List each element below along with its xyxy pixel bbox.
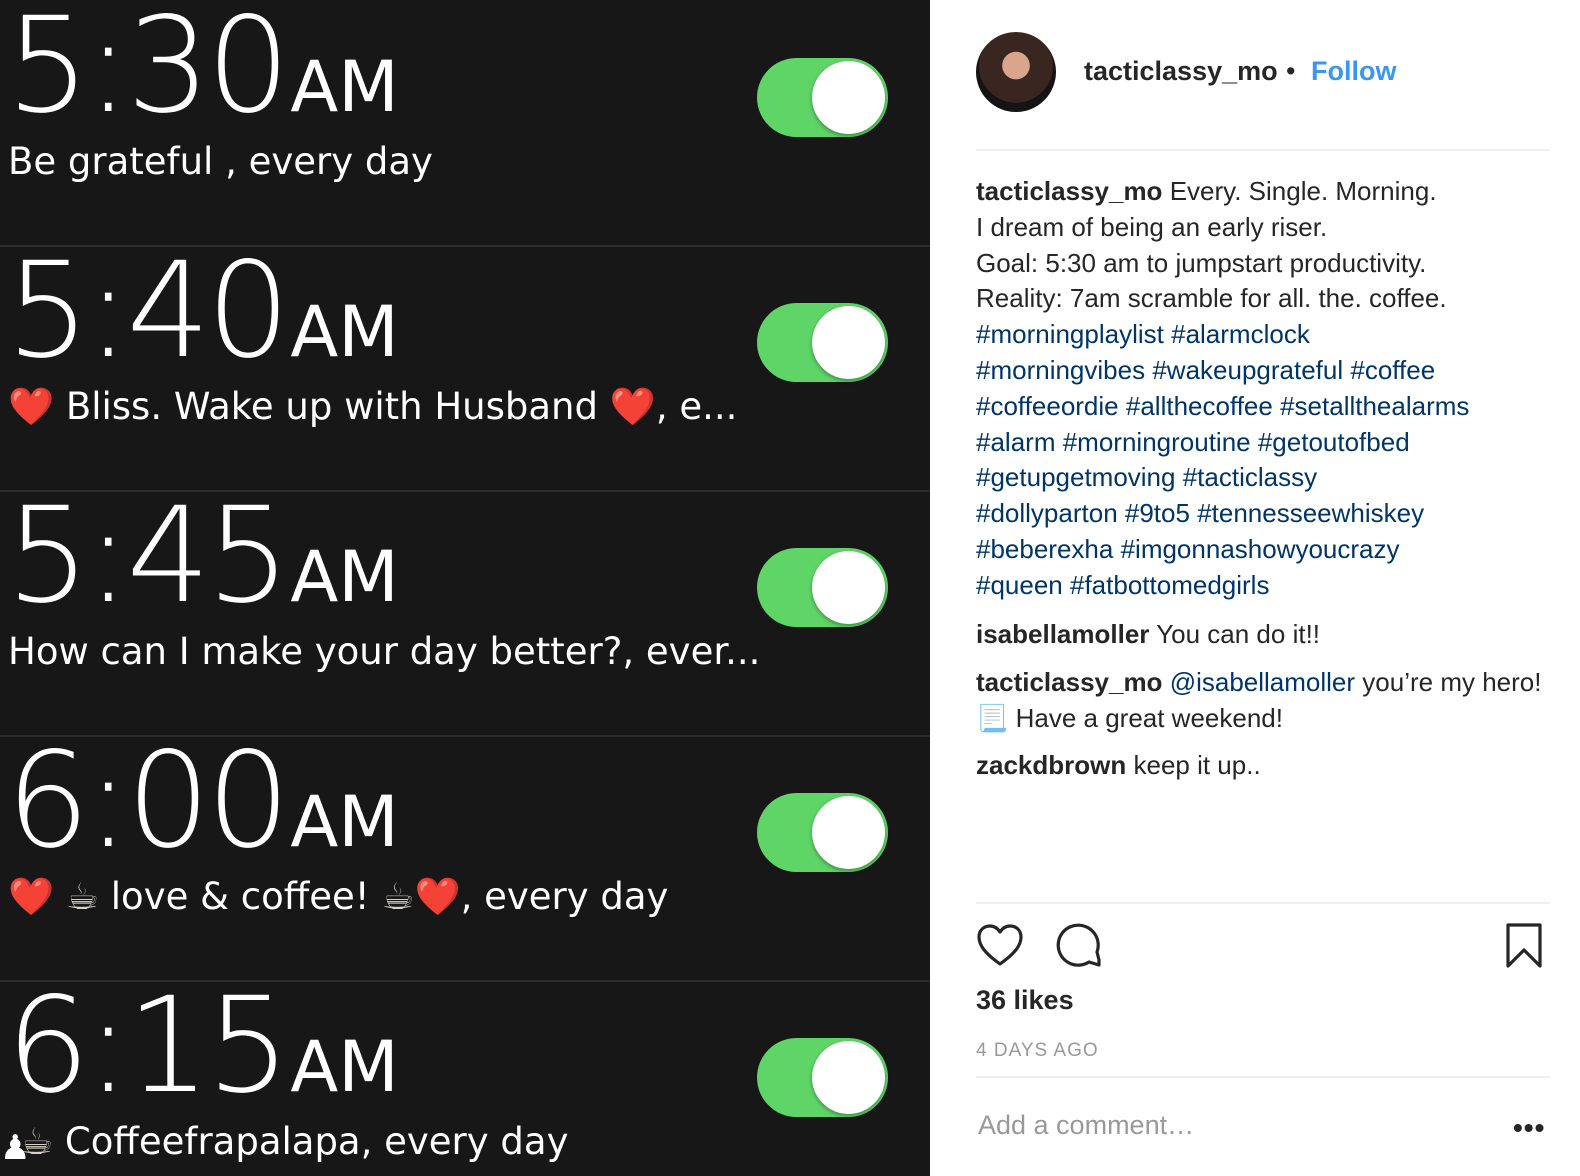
coffee-cup-icon: ☕	[65, 875, 100, 918]
follow-button[interactable]: Follow	[1311, 56, 1396, 87]
caption-line: Every. Single. Morning.	[1169, 176, 1437, 206]
hashtag-link[interactable]: #wakeupgrateful	[1152, 355, 1343, 385]
hashtag-link[interactable]: #getoutofbed	[1258, 427, 1410, 457]
hashtag-link[interactable]: #9to5	[1125, 498, 1190, 528]
post-caption: tacticlassy_mo Every. Single. Morning. I…	[976, 174, 1556, 604]
bookmark-icon[interactable]	[1504, 922, 1544, 970]
alarm-row: 5:40AM ❤️ Bliss. Wake up with Husband ❤️…	[0, 245, 930, 492]
hashtag-link[interactable]: #tacticlassy	[1183, 462, 1317, 492]
alarm-row: 6:15AM ☕ Coffeefrapalapa, every day	[0, 980, 930, 1176]
alarm-label: ❤️ Bliss. Wake up with Husband ❤️, e...	[8, 385, 738, 428]
comment-text: You can do it!!	[1156, 619, 1321, 649]
caption-line: I dream of being an early riser.	[976, 211, 1328, 242]
comment: zackdbrown keep it up..	[976, 747, 1556, 783]
hashtag-link[interactable]: #imgonnashowyoucrazy	[1121, 534, 1400, 564]
post-panel: tacticlassy_mo • Follow tacticlassy_mo E…	[930, 0, 1580, 1176]
toggle-knob	[812, 1041, 885, 1114]
alarm-label: Be grateful , every day	[8, 140, 433, 183]
hashtag-link[interactable]: #tennesseewhiskey	[1197, 498, 1424, 528]
mention-link[interactable]: @isabellamoller	[1170, 667, 1355, 697]
hashtag-link[interactable]: #fatbottomedgirls	[1070, 570, 1269, 600]
heart-icon[interactable]	[976, 922, 1024, 970]
comment: tacticlassy_mo @isabellamoller you’re my…	[976, 664, 1556, 736]
alarm-toggle	[757, 793, 888, 872]
alarm-toggle	[757, 1038, 888, 1117]
likes-count[interactable]: 36 likes	[976, 985, 1074, 1016]
alarm-toggle	[757, 548, 888, 627]
avatar[interactable]	[976, 32, 1056, 112]
alarm-row: 5:45AM How can I make your day better?, …	[0, 490, 930, 737]
coffee-cup-icon: ☕	[381, 875, 415, 918]
more-icon[interactable]: •••	[1513, 1112, 1545, 1144]
person-icon: ♟	[0, 1129, 31, 1167]
alarm-time: 5:40AM	[6, 234, 399, 388]
add-comment-input[interactable]	[978, 1110, 1498, 1141]
alarm-toggle	[757, 303, 888, 382]
hashtag-link[interactable]: #beberexha	[976, 534, 1113, 564]
heart-emoji-icon: ❤️	[414, 875, 461, 918]
hashtag-link[interactable]: #alarm	[976, 427, 1055, 457]
comment-username[interactable]: tacticlassy_mo	[976, 667, 1162, 697]
alarm-time: 6:00AM	[6, 724, 399, 878]
hashtag-link[interactable]: #queen	[976, 570, 1063, 600]
alarm-row: 6:00AM ❤️ ☕ love & coffee! ☕❤️, every da…	[0, 735, 930, 982]
hashtag-link[interactable]: #getupgetmoving	[976, 462, 1175, 492]
toggle-knob	[812, 306, 885, 379]
hashtag-link[interactable]: #alarmclock	[1171, 319, 1310, 349]
comment-icon[interactable]	[1056, 922, 1104, 970]
alarm-label: ☕ Coffeefrapalapa, every day	[20, 1120, 569, 1163]
toggle-knob	[812, 551, 885, 624]
toggle-knob	[812, 796, 885, 869]
comment: isabellamoller You can do it!!	[976, 616, 1556, 652]
alarm-photo: 5:30AM Be grateful , every day 5:40AM ❤️…	[0, 0, 930, 1176]
divider	[976, 1076, 1550, 1078]
hashtag-link[interactable]: #setallthealarms	[1280, 391, 1469, 421]
divider	[976, 149, 1550, 151]
comment-text: keep it up..	[1133, 750, 1261, 780]
hashtag-link[interactable]: #morningvibes	[976, 355, 1145, 385]
hashtag-link[interactable]: #coffeeordie	[976, 391, 1119, 421]
post-header: tacticlassy_mo • Follow	[976, 32, 1546, 112]
caption-line: Reality: 7am scramble for all. the. coff…	[976, 283, 1447, 314]
post-username[interactable]: tacticlassy_mo	[1084, 56, 1278, 87]
post-timestamp: 4 DAYS AGO	[976, 1040, 1099, 1061]
divider	[976, 902, 1550, 904]
toggle-knob	[812, 61, 885, 134]
comment-username[interactable]: zackdbrown	[976, 750, 1126, 780]
alarm-row: 5:30AM Be grateful , every day	[0, 0, 930, 247]
hashtag-link[interactable]: #morningplaylist	[976, 319, 1164, 349]
alarm-label: ❤️ ☕ love & coffee! ☕❤️, every day	[8, 875, 669, 918]
comment-username[interactable]: isabellamoller	[976, 619, 1149, 649]
hashtag-link[interactable]: #morningroutine	[1063, 427, 1251, 457]
hashtag-link[interactable]: #dollyparton	[976, 498, 1118, 528]
separator-dot: •	[1286, 56, 1296, 86]
caption-line: Goal: 5:30 am to jumpstart productivity.	[976, 247, 1427, 278]
post-actions	[976, 922, 1550, 976]
hashtag-link[interactable]: #allthecoffee	[1126, 391, 1273, 421]
alarm-time: 5:30AM	[6, 0, 399, 143]
heart-emoji-icon: ❤️	[609, 385, 656, 428]
alarm-label: How can I make your day better?, ever...	[8, 630, 761, 673]
alarm-time: 5:45AM	[6, 479, 399, 633]
alarm-time: 6:15AM	[6, 969, 399, 1123]
alarm-toggle	[757, 58, 888, 137]
heart-emoji-icon: ❤️	[8, 385, 55, 428]
hashtag-link[interactable]: #coffee	[1350, 355, 1435, 385]
caption-username[interactable]: tacticlassy_mo	[976, 176, 1162, 206]
heart-emoji-icon: ❤️	[8, 875, 55, 918]
